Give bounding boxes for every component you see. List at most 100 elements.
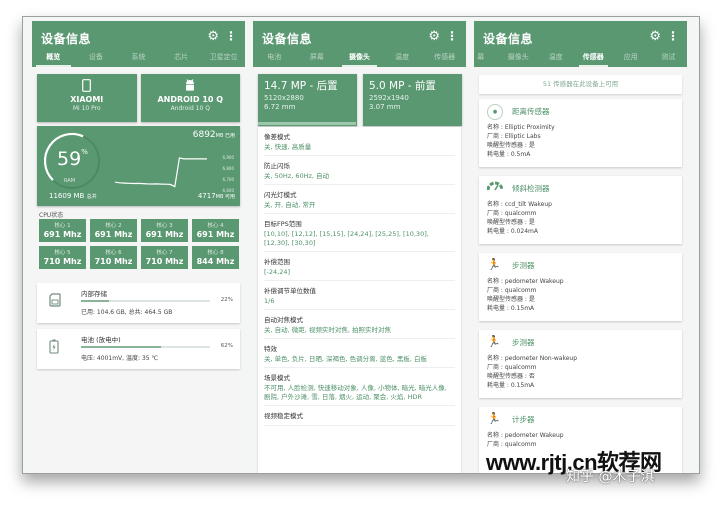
- camera-property: 自动对焦模式 关, 自动, 微距, 视频实时对焦, 拍照实时对焦: [264, 310, 455, 339]
- rear-camera-card[interactable]: 14.7 MP - 后置 5120x2880 6.72 mm: [258, 74, 357, 126]
- front-camera-card[interactable]: 5.0 MP - 前置 2592x1940 3.07 mm: [363, 74, 462, 126]
- app-bar: 设备信息 ⚙ ⋮ 电池 屏幕 摄像头 温度 传感器: [253, 21, 466, 67]
- sensor-details: 名称 : pedometer Wakeup 厂商 : qualcomm 唤醒型传感器…: [487, 278, 564, 312]
- gauge-icon: [486, 181, 504, 195]
- tab-sensors[interactable]: 传感器: [423, 51, 466, 67]
- camera-property: 补偿调节单位数值 1/6: [264, 281, 455, 310]
- ram-used: 6892MB 已用: [192, 130, 235, 140]
- android-icon: [141, 79, 241, 93]
- sensor-title: 距离传感器: [512, 107, 550, 116]
- camera-megapixels: 5.0 MP - 前置: [369, 80, 436, 92]
- app-title: 设备信息: [262, 32, 313, 46]
- cpu-core: 核心 1 691 Mhz: [39, 219, 86, 242]
- storage-card[interactable]: 内部存储 22% 已用: 104.6 GB, 总共: 464.5 GB: [37, 283, 240, 323]
- sensor-title: 倾斜检测器: [512, 184, 550, 193]
- camera-property: 场景模式 不可用, 人脸检测, 快速移动对象, 人像, 小物体, 暗光, 暗光人像…: [264, 368, 455, 406]
- tab-bar: 幕 摄像头 温度 传感器 应用 测试: [474, 51, 687, 67]
- tab-screen[interactable]: 幕: [474, 51, 500, 67]
- camera-property: 补偿范围 [-24,24]: [264, 252, 455, 281]
- cpu-core: 核心 2 691 Mhz: [90, 219, 137, 242]
- selected-camera-indicator: [258, 122, 356, 125]
- camera-property: 特效 关, 单色, 负片, 日晒, 深褐色, 色调分离, 蓝色, 黑板, 白板: [264, 339, 455, 368]
- storage-percent: 22%: [220, 297, 233, 303]
- y-tick: 6,700: [222, 177, 234, 182]
- device-brand: XIAOMI: [70, 95, 104, 104]
- tab-system[interactable]: 系统: [117, 51, 160, 67]
- sensor-count-banner: 51 传感器在此设备上可用: [479, 75, 682, 94]
- camera-property: 目标FPS范围 [10,10], [12,12], [15,15], [24,24…: [264, 214, 455, 252]
- storage-progress: [81, 300, 210, 302]
- tab-camera[interactable]: 摄像头: [338, 51, 381, 67]
- running-icon: 🏃: [487, 258, 501, 271]
- cpu-core: 核心 6 710 Mhz: [90, 246, 137, 269]
- tab-temperature[interactable]: 温度: [537, 51, 575, 67]
- y-tick: 6,800: [222, 166, 234, 171]
- sensor-title: 步测器: [512, 338, 535, 347]
- battery-title: 电池 (放电中): [81, 336, 121, 344]
- camera-megapixels: 14.7 MP - 后置: [264, 80, 338, 92]
- tab-bar: 概览 设备 系统 芯片 卫星定位: [32, 51, 245, 67]
- sensor-card[interactable]: 🏃 步测器 名称 : pedometer Wakeup 厂商 : qualcomm…: [479, 253, 682, 321]
- tab-device[interactable]: 设备: [75, 51, 118, 67]
- camera-property: 防止闪烁 关, 50Hz, 60Hz, 自动: [264, 156, 455, 185]
- app-title: 设备信息: [483, 32, 534, 46]
- camera-focal-length: 6.72 mm: [264, 103, 296, 111]
- tab-gps[interactable]: 卫星定位: [202, 51, 245, 67]
- battery-percent: 62%: [220, 343, 233, 349]
- tab-camera[interactable]: 摄像头: [500, 51, 538, 67]
- sensor-details: 名称 : ccd_tilt Wakeup 厂商 : qualcomm 唤醒型传感器 …: [487, 201, 552, 235]
- sensor-details: 名称 : Elliptic Proximity 厂商 : Elliptic Lab…: [487, 124, 555, 158]
- android-subtitle: Android 10 Q: [170, 105, 210, 112]
- overview-screen: 设备信息 ⚙ ⋮ 概览 设备 系统 芯片 卫星定位 XIAOMI Mi 10 P…: [32, 21, 245, 473]
- cpu-core: 核心 5 710 Mhz: [39, 246, 86, 269]
- app-bar: 设备信息 ⚙ ⋮ 幕 摄像头 温度 传感器 应用 测试: [474, 21, 687, 67]
- device-card[interactable]: XIAOMI Mi 10 Pro: [37, 74, 137, 122]
- more-vert-icon[interactable]: ⋮: [225, 29, 237, 43]
- more-vert-icon[interactable]: ⋮: [667, 29, 679, 43]
- sensor-title: 计步器: [512, 415, 535, 424]
- android-version: ANDROID 10 Q: [157, 95, 224, 104]
- sensor-card[interactable]: 🏃 步测器 名称 : pedometer Non-wakeup 厂商 : qual…: [479, 330, 682, 398]
- camera-focal-length: 3.07 mm: [369, 103, 401, 111]
- android-card[interactable]: ANDROID 10 Q Android 10 Q: [140, 74, 241, 122]
- gear-icon[interactable]: ⚙: [649, 29, 661, 44]
- sensor-card[interactable]: 倾斜检测器 名称 : ccd_tilt Wakeup 厂商 : qualcomm 唤…: [479, 176, 682, 244]
- tab-screen[interactable]: 屏幕: [296, 51, 339, 67]
- battery-charging-icon: [49, 339, 59, 358]
- sensor-card[interactable]: ● 距离传感器 名称 : Elliptic Proximity 厂商 : Elli…: [479, 99, 682, 167]
- device-model: Mi 10 Pro: [72, 105, 101, 112]
- tab-temperature[interactable]: 温度: [381, 51, 424, 67]
- camera-property: 闪光灯模式 关, 开, 自动, 常开: [264, 185, 455, 214]
- ram-free: 4717MB 可用: [197, 192, 235, 200]
- gear-icon[interactable]: ⚙: [428, 29, 440, 44]
- sensor-details: 名称 : pedometer Non-wakeup 厂商 : qualcomm 唤醒…: [487, 355, 578, 389]
- camera-property: 视频稳定模式: [264, 406, 455, 426]
- screenshot-frame: 设备信息 ⚙ ⋮ 概览 设备 系统 芯片 卫星定位 XIAOMI Mi 10 P…: [22, 16, 700, 474]
- y-tick: 6,900: [222, 155, 234, 160]
- tab-tests[interactable]: 测试: [650, 51, 688, 67]
- battery-card[interactable]: 电池 (放电中) 62% 电压: 4001mV, 温度: 35 ℃: [37, 329, 240, 369]
- y-tick: 6,600: [222, 188, 234, 193]
- tab-apps[interactable]: 应用: [612, 51, 650, 67]
- author-watermark: 知乎 @木子淇: [566, 469, 655, 485]
- camera-resolution: 2592x1940: [369, 94, 409, 102]
- ram-total: 11609 MB 总共: [49, 192, 97, 200]
- camera-resolution: 5120x2880: [264, 94, 304, 102]
- cpu-core-grid: 核心 1 691 Mhz 核心 2 691 Mhz 核心 3 691 Mhz 核心 4…: [39, 219, 239, 269]
- app-bar: 设备信息 ⚙ ⋮ 概览 设备 系统 芯片 卫星定位: [32, 21, 245, 67]
- tab-chip[interactable]: 芯片: [160, 51, 203, 67]
- gear-icon[interactable]: ⚙: [207, 29, 219, 44]
- tab-battery[interactable]: 电池: [253, 51, 296, 67]
- camera-properties-list[interactable]: 像差模式 关, 快速, 高质量 防止闪烁 关, 50Hz, 60Hz, 自动 闪光灯…: [258, 127, 461, 473]
- ram-label: RAM: [64, 178, 76, 184]
- ram-history-line: [114, 157, 207, 188]
- tab-overview[interactable]: 概览: [32, 51, 75, 67]
- running-icon: 🏃: [487, 412, 501, 425]
- ram-percent: 59%: [57, 148, 88, 170]
- more-vert-icon[interactable]: ⋮: [446, 29, 458, 43]
- proximity-icon: ●: [487, 104, 503, 120]
- sensors-screen: 设备信息 ⚙ ⋮ 幕 摄像头 温度 传感器 应用 测试 51 传感器在此设备上可…: [474, 21, 687, 473]
- ram-card[interactable]: 59% RAM 6892MB 已用 11609 MB 总共 4717MB 可用 …: [37, 126, 240, 206]
- tab-sensors[interactable]: 传感器: [575, 51, 613, 67]
- cpu-core: 核心 3 691 Mhz: [141, 219, 188, 242]
